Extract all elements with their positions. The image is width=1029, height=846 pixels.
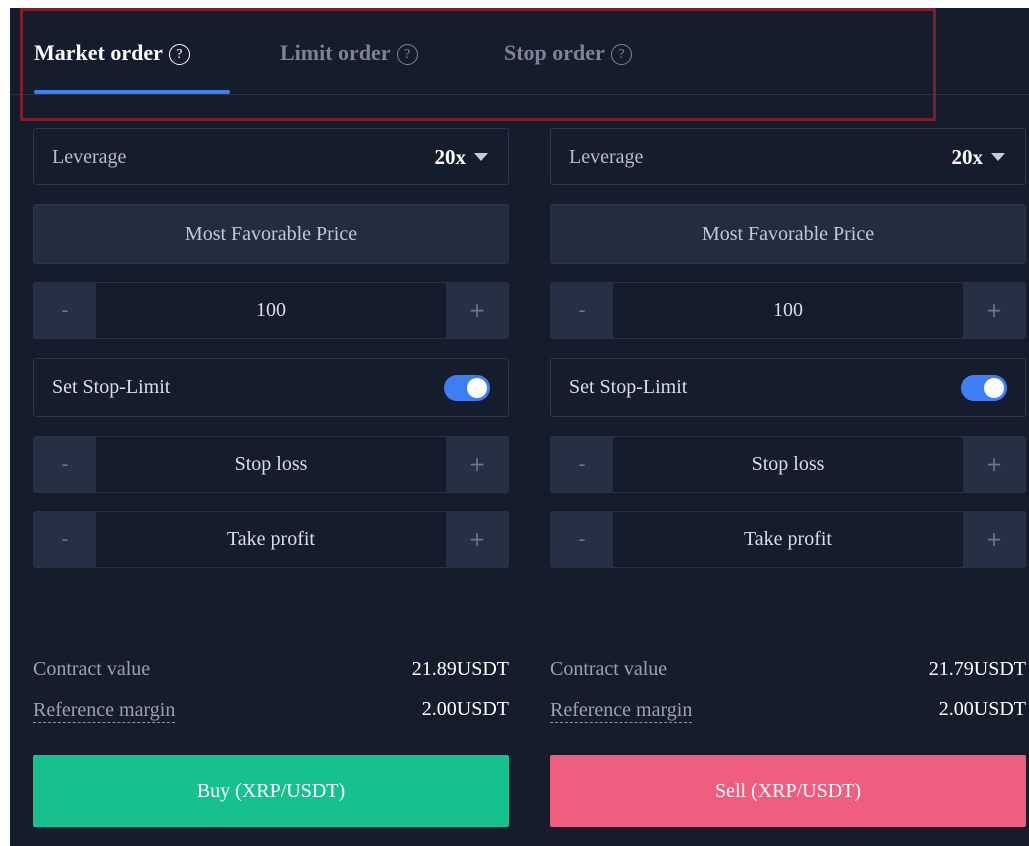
stop-loss-input[interactable]: Stop loss	[96, 437, 446, 492]
stop-limit-label: Set Stop-Limit	[569, 376, 688, 398]
price-field[interactable]: Most Favorable Price	[33, 204, 509, 264]
stop-limit-label: Set Stop-Limit	[52, 376, 171, 398]
tab-label: Stop order	[504, 40, 605, 65]
leverage-value-text: 20x	[951, 145, 984, 169]
toggle-knob	[984, 378, 1004, 398]
reference-margin-row: Reference margin 2.00USDT	[33, 698, 509, 726]
tab-label: Limit order	[280, 40, 391, 65]
leverage-value[interactable]: 20x	[951, 129, 1005, 186]
reference-margin-value: 2.00USDT	[938, 698, 1026, 720]
increment-button[interactable]: +	[963, 437, 1025, 492]
reference-margin-value: 2.00USDT	[421, 698, 509, 720]
active-tab-indicator	[34, 90, 230, 94]
increment-button[interactable]: +	[446, 512, 508, 567]
leverage-label: Leverage	[52, 146, 127, 168]
decrement-button[interactable]: -	[34, 283, 96, 338]
quantity-input[interactable]: 100	[96, 283, 446, 338]
tab-stop-order[interactable]: Stop order?	[504, 38, 632, 68]
decrement-button[interactable]: -	[551, 512, 613, 567]
stop-loss-stepper: - Stop loss +	[550, 436, 1026, 493]
decrement-button[interactable]: -	[34, 437, 96, 492]
quantity-stepper: - 100 +	[550, 282, 1026, 339]
take-profit-stepper: - Take profit +	[33, 511, 509, 568]
quantity-input[interactable]: 100	[613, 283, 963, 338]
stop-limit-row: Set Stop-Limit	[550, 358, 1026, 417]
increment-button[interactable]: +	[446, 437, 508, 492]
help-icon[interactable]: ?	[168, 44, 190, 65]
contract-value-row: Contract value 21.79USDT	[550, 658, 1026, 686]
order-type-tabs: Market order? Limit order? Stop order?	[10, 8, 1029, 95]
stop-limit-toggle[interactable]	[961, 375, 1007, 401]
stop-loss-stepper: - Stop loss +	[33, 436, 509, 493]
take-profit-input[interactable]: Take profit	[613, 512, 963, 567]
tab-label: Market order	[34, 40, 163, 65]
contract-value-row: Contract value 21.89USDT	[33, 658, 509, 686]
chevron-down-icon	[991, 153, 1005, 161]
reference-margin-label[interactable]: Reference margin	[550, 698, 693, 723]
decrement-button[interactable]: -	[34, 512, 96, 567]
chevron-down-icon	[474, 153, 488, 161]
stop-limit-row: Set Stop-Limit	[33, 358, 509, 417]
contract-value-label: Contract value	[33, 658, 151, 680]
tab-limit-order[interactable]: Limit order?	[280, 38, 418, 68]
tab-market-order[interactable]: Market order?	[34, 38, 190, 68]
decrement-button[interactable]: -	[551, 437, 613, 492]
help-icon[interactable]: ?	[610, 44, 632, 65]
decrement-button[interactable]: -	[551, 283, 613, 338]
reference-margin-row: Reference margin 2.00USDT	[550, 698, 1026, 726]
increment-button[interactable]: +	[446, 283, 508, 338]
stop-loss-input[interactable]: Stop loss	[613, 437, 963, 492]
toggle-knob	[467, 378, 487, 398]
price-field[interactable]: Most Favorable Price	[550, 204, 1026, 264]
leverage-value-text: 20x	[434, 145, 467, 169]
leverage-selector[interactable]: Leverage 20x	[550, 128, 1026, 185]
contract-value-label: Contract value	[550, 658, 668, 680]
contract-value: 21.89USDT	[411, 658, 509, 680]
leverage-selector[interactable]: Leverage 20x	[33, 128, 509, 185]
stop-limit-toggle[interactable]	[444, 375, 490, 401]
order-panel: Market order? Limit order? Stop order? L…	[10, 8, 1029, 846]
help-icon[interactable]: ?	[396, 44, 418, 65]
increment-button[interactable]: +	[963, 512, 1025, 567]
buy-button[interactable]: Buy (XRP/USDT)	[33, 755, 509, 827]
contract-value: 21.79USDT	[928, 658, 1026, 680]
quantity-stepper: - 100 +	[33, 282, 509, 339]
take-profit-stepper: - Take profit +	[550, 511, 1026, 568]
take-profit-input[interactable]: Take profit	[96, 512, 446, 567]
reference-margin-label[interactable]: Reference margin	[33, 698, 176, 723]
leverage-value[interactable]: 20x	[434, 129, 488, 186]
sell-button[interactable]: Sell (XRP/USDT)	[550, 755, 1026, 827]
increment-button[interactable]: +	[963, 283, 1025, 338]
leverage-label: Leverage	[569, 146, 644, 168]
